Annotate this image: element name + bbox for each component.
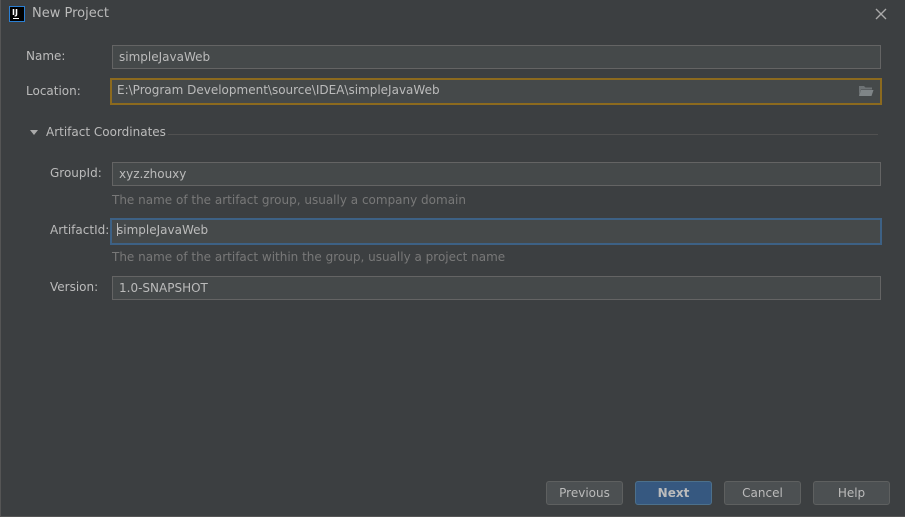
location-label: Location: (26, 84, 81, 98)
close-button[interactable] (871, 4, 891, 24)
intellij-app-icon: IJ (9, 6, 25, 22)
groupid-label: GroupId: (50, 166, 102, 180)
artifactid-hint: The name of the artifact within the grou… (112, 250, 506, 264)
section-separator (168, 134, 878, 135)
help-button[interactable]: Help (813, 481, 890, 505)
window-title: New Project (32, 6, 109, 21)
app-icon-text: IJ (12, 8, 18, 17)
title-bar: IJ New Project (1, 0, 905, 28)
groupid-field[interactable]: xyz.zhouxy (112, 162, 881, 186)
version-label: Version: (50, 280, 99, 294)
location-value: E:\Program Development\source\IDEA\simpl… (117, 83, 440, 97)
expand-triangle-icon (30, 129, 38, 135)
name-value: simpleJavaWeb (119, 50, 211, 64)
folder-icon (859, 86, 874, 96)
cancel-button[interactable]: Cancel (724, 481, 801, 505)
version-value: 1.0-SNAPSHOT (119, 281, 208, 295)
previous-button[interactable]: Previous (546, 481, 623, 505)
name-label: Name: (26, 49, 66, 63)
browse-folder-button[interactable] (858, 84, 874, 97)
artifactid-field[interactable]: simpleJavaWeb (110, 218, 882, 245)
groupid-value: xyz.zhouxy (119, 167, 187, 181)
artifact-coordinates-toggle[interactable]: Artifact Coordinates (30, 125, 166, 139)
groupid-hint: The name of the artifact group, usually … (112, 193, 466, 207)
artifactid-value: simpleJavaWeb (117, 223, 209, 237)
next-button[interactable]: Next (635, 481, 712, 505)
section-title: Artifact Coordinates (46, 125, 166, 139)
name-field[interactable]: simpleJavaWeb (112, 45, 881, 69)
new-project-dialog: IJ New Project Name: simpleJavaWeb Locat… (0, 0, 905, 517)
close-icon (875, 8, 887, 20)
version-field[interactable]: 1.0-SNAPSHOT (112, 276, 881, 300)
artifactid-label: ArtifactId: (50, 223, 110, 237)
location-field[interactable]: E:\Program Development\source\IDEA\simpl… (110, 78, 882, 105)
